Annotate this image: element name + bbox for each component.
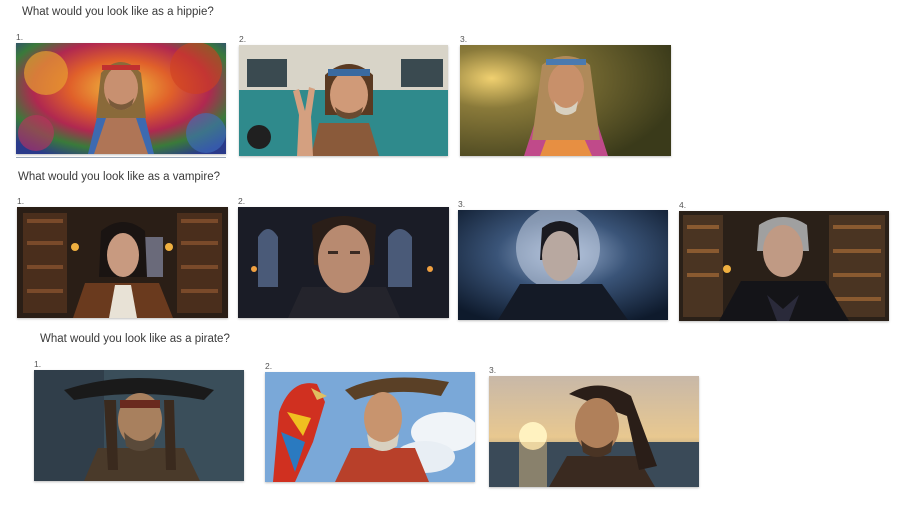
section-divider	[16, 157, 226, 158]
vampire-image-1[interactable]	[17, 207, 228, 318]
section-heading-hippie: What would you look like as a hippie?	[22, 6, 214, 18]
image-number: 1.	[16, 32, 24, 42]
vampire-image-3[interactable]	[458, 210, 668, 320]
pirate-image-3[interactable]	[489, 376, 699, 487]
image-number: 2.	[239, 34, 247, 44]
image-number: 3.	[460, 34, 468, 44]
image-number: 3.	[458, 199, 466, 209]
hippie-image-1[interactable]	[16, 43, 226, 154]
section-heading-pirate: What would you look like as a pirate?	[40, 333, 230, 345]
section-heading-vampire: What would you look like as a vampire?	[18, 171, 220, 183]
pirate-image-1[interactable]	[34, 370, 244, 481]
image-number: 3.	[489, 365, 497, 375]
pirate-image-2[interactable]	[265, 372, 475, 482]
image-number: 1.	[34, 359, 42, 369]
vampire-image-4[interactable]	[679, 211, 889, 321]
image-number: 4.	[679, 200, 687, 210]
hippie-image-3[interactable]	[460, 45, 671, 156]
vampire-image-2[interactable]	[238, 207, 449, 318]
hippie-image-2[interactable]	[239, 45, 448, 156]
image-number: 2.	[265, 361, 273, 371]
image-number: 2.	[238, 196, 246, 206]
image-number: 1.	[17, 196, 25, 206]
